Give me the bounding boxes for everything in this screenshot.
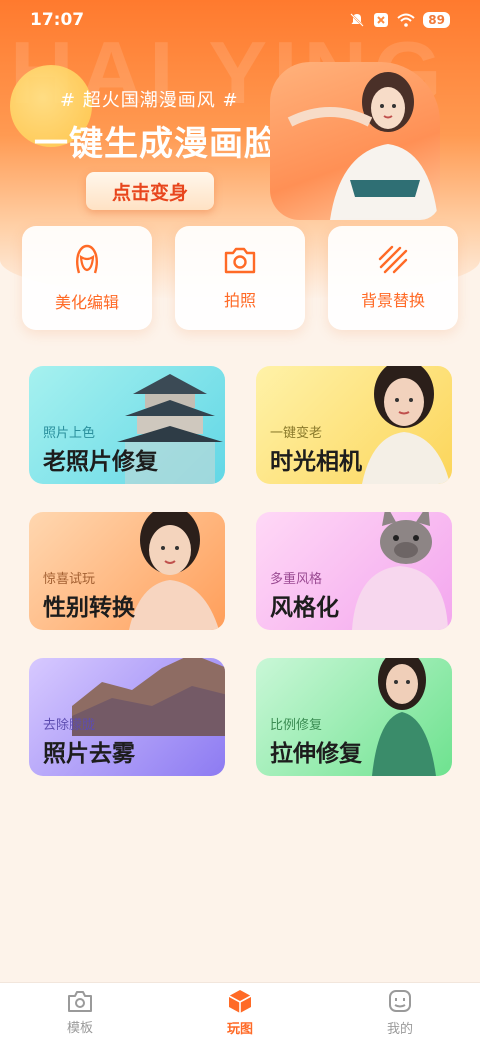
tool-camera[interactable]: 拍照	[175, 226, 305, 330]
diagonal-stripes-icon	[378, 245, 408, 274]
tool-background-replace[interactable]: 背景替换	[328, 226, 458, 330]
camera-outline-icon	[68, 991, 92, 1012]
card-name: 拉伸修复	[270, 741, 362, 767]
card-tag: 一键变老	[270, 426, 323, 441]
card-name: 照片去雾	[43, 741, 135, 767]
card-name: 性别转换	[43, 595, 135, 621]
french-bulldog-image	[352, 512, 448, 630]
tab-label: 模板	[66, 1021, 93, 1036]
card-stylize[interactable]: 多重风格 风格化	[256, 512, 452, 630]
face-outline-icon	[76, 244, 98, 274]
close-box-icon	[374, 13, 389, 27]
card-name: 老照片修复	[43, 449, 158, 475]
mute-bell-icon	[350, 13, 365, 27]
card-tag: 比例修复	[270, 718, 323, 733]
card-name: 时光相机	[270, 449, 362, 475]
card-stretch-fix[interactable]: 比例修复 拉伸修复	[256, 658, 452, 776]
card-old-photo-restore[interactable]: 照片上色 老照片修复	[29, 366, 225, 484]
camera-icon	[224, 247, 256, 274]
tab-play[interactable]: 玩图	[180, 988, 300, 1037]
status-icons: 89	[349, 12, 450, 28]
banner-title[interactable]: 一键生成漫画脸	[34, 116, 279, 165]
tool-label: 拍照	[223, 291, 256, 310]
banner-cta-button[interactable]: 点击变身	[86, 172, 214, 210]
card-gender-swap[interactable]: 惊喜试玩 性别转换	[29, 512, 225, 630]
quick-tools: 美化编辑 拍照 背景替换	[22, 226, 458, 330]
status-time: 17:07	[30, 10, 85, 30]
card-tag: 去除朦胧	[43, 718, 96, 733]
banner-subtitle: # 超火国潮漫画风 #	[60, 90, 239, 111]
status-bar: 17:07 89	[0, 0, 480, 40]
tool-beauty-edit[interactable]: 美化编辑	[22, 226, 152, 330]
wifi-icon	[397, 13, 415, 27]
bottom-tab-bar: 模板 玩图 我的	[0, 982, 480, 1042]
tool-label: 背景替换	[360, 291, 425, 310]
card-time-camera[interactable]: 一键变老 时光相机	[256, 366, 452, 484]
banner-woman-illustration[interactable]	[270, 62, 440, 220]
card-tag: 惊喜试玩	[43, 572, 96, 587]
card-name: 风格化	[270, 595, 339, 621]
profile-face-icon	[389, 990, 411, 1012]
tab-label: 玩图	[226, 1022, 253, 1037]
card-tag: 多重风格	[270, 572, 323, 587]
card-dehaze[interactable]: 去除朦胧 照片去雾	[29, 658, 225, 776]
cube-icon	[228, 990, 252, 1013]
tool-label: 美化编辑	[54, 293, 119, 312]
battery-indicator: 89	[423, 12, 450, 28]
tab-templates[interactable]: 模板	[20, 989, 140, 1036]
tab-mine[interactable]: 我的	[340, 988, 460, 1037]
card-tag: 照片上色	[43, 426, 96, 441]
tab-label: 我的	[386, 1022, 413, 1037]
